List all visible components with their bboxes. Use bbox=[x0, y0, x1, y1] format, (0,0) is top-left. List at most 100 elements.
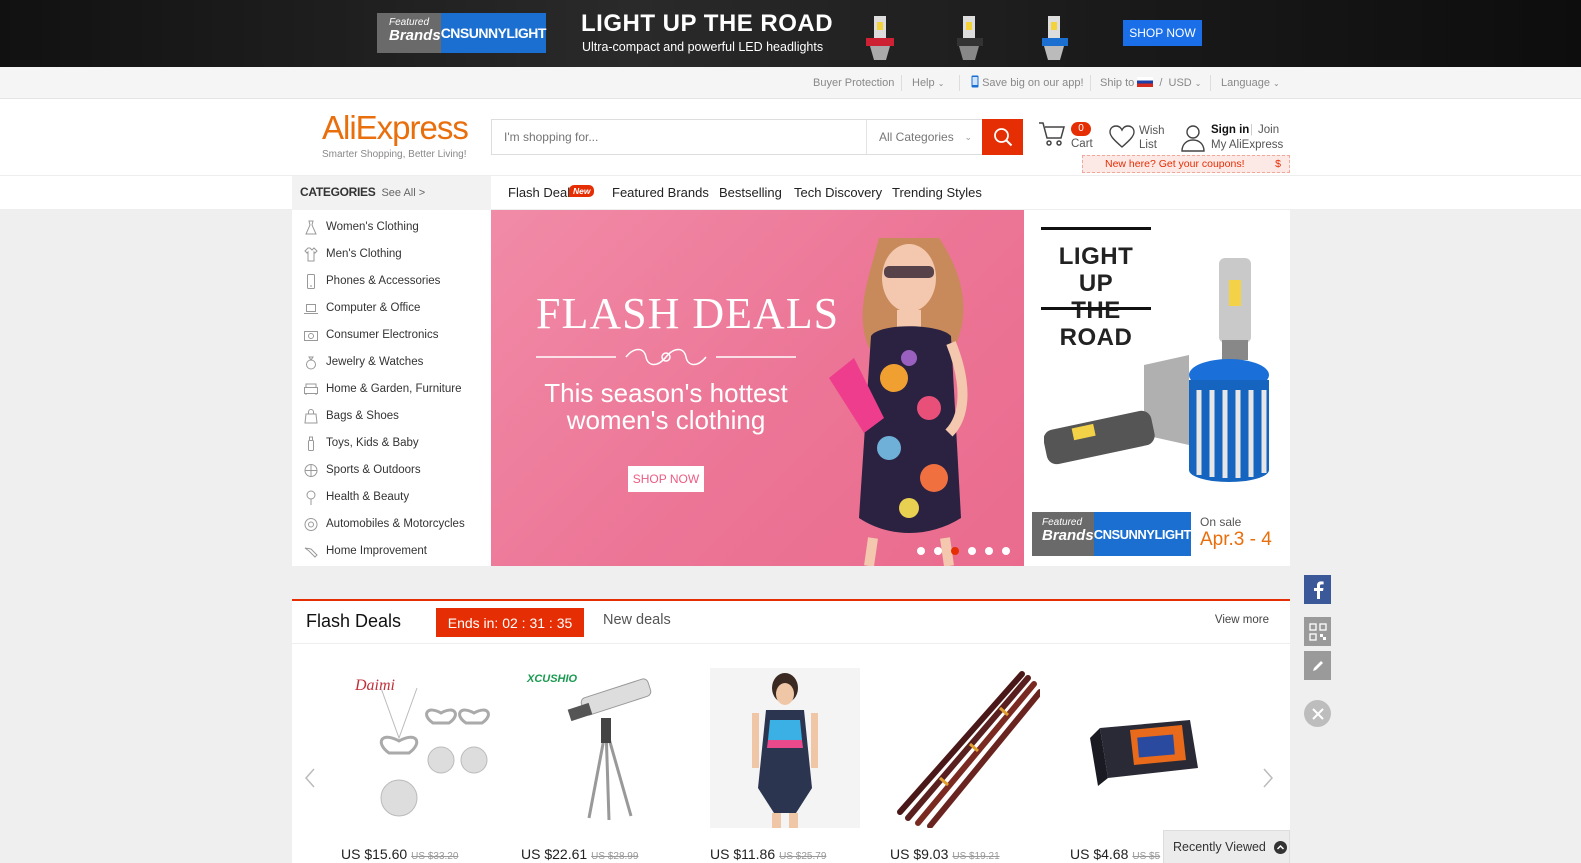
facebook-button[interactable] bbox=[1304, 575, 1331, 604]
deal-product-card[interactable]: Daimi US $15.60 US $33.20 bbox=[341, 668, 491, 862]
flag-icon bbox=[1137, 77, 1154, 87]
nav-trending-styles[interactable]: Trending Styles bbox=[892, 176, 982, 210]
carousel-dots bbox=[917, 547, 1010, 555]
close-button[interactable] bbox=[1304, 700, 1331, 727]
category-item-home-improvement[interactable]: Home Improvement bbox=[292, 538, 491, 564]
category-item-womens-clothing[interactable]: Women's Clothing bbox=[292, 214, 491, 240]
category-label: Consumer Electronics bbox=[326, 329, 439, 341]
original-price: US $25.79 bbox=[779, 851, 827, 862]
carousel-dot[interactable] bbox=[968, 547, 976, 555]
nav-tech-discovery[interactable]: Tech Discovery bbox=[794, 176, 882, 210]
aliexpress-logo[interactable]: AliExpress Smarter Shopping, Better Livi… bbox=[322, 109, 469, 160]
categories-header[interactable]: CATEGORIES See All > bbox=[292, 176, 491, 210]
wish-list-link[interactable]: Wish List bbox=[1139, 124, 1165, 152]
ornament-divider bbox=[536, 348, 796, 366]
deal-product-card[interactable]: US $11.86 US $25.79 bbox=[710, 668, 860, 862]
product-image[interactable]: XCUSHIO bbox=[521, 668, 671, 828]
heart-icon[interactable] bbox=[1109, 125, 1135, 149]
new-deals-tab[interactable]: New deals bbox=[603, 612, 671, 628]
cart-icon[interactable] bbox=[1038, 121, 1066, 147]
category-item-automobiles[interactable]: Automobiles & Motorcycles bbox=[292, 511, 491, 537]
search-button[interactable] bbox=[982, 119, 1023, 155]
category-item-toys-kids[interactable]: Toys, Kids & Baby bbox=[292, 430, 491, 456]
brand-name: CNSUNNYLIGHT bbox=[1093, 512, 1191, 556]
carousel-dot-active[interactable] bbox=[951, 547, 959, 555]
search-category-select[interactable]: All Categories ⌄ bbox=[866, 120, 982, 154]
model-photo bbox=[829, 238, 968, 566]
category-item-health-beauty[interactable]: Health & Beauty bbox=[292, 484, 491, 510]
banner-shop-now-button[interactable]: SHOP NOW bbox=[1123, 20, 1202, 46]
category-item-mens-clothing[interactable]: Men's Clothing bbox=[292, 241, 491, 267]
original-price: US $19.21 bbox=[952, 851, 1000, 862]
deal-product-card[interactable]: US $9.03 US $19.21 bbox=[890, 668, 1040, 862]
app-link[interactable]: Save big on our app! bbox=[971, 67, 1084, 99]
category-item-phones[interactable]: Phones & Accessories bbox=[292, 268, 491, 294]
see-all-link[interactable]: See All > bbox=[381, 187, 425, 199]
product-image[interactable] bbox=[1070, 668, 1220, 828]
hero-title: FLASH DEALS bbox=[536, 289, 840, 338]
product-image[interactable] bbox=[890, 668, 1040, 828]
sign-in-link[interactable]: Sign in bbox=[1211, 123, 1249, 137]
nav-featured-brands[interactable]: Featured Brands bbox=[612, 176, 709, 210]
new-badge: New bbox=[569, 185, 595, 197]
brand-promo-card[interactable]: LIGHT UP THE ROAD Featured Brands CNSUNNYL… bbox=[1024, 210, 1290, 566]
feedback-button[interactable] bbox=[1304, 651, 1331, 680]
chevron-down-icon: ⌄ bbox=[937, 79, 945, 88]
user-icon[interactable] bbox=[1181, 124, 1205, 152]
category-item-home-garden[interactable]: Home & Garden, Furniture bbox=[292, 376, 491, 402]
carousel-dot[interactable] bbox=[1002, 547, 1010, 555]
led-bulb-icon bbox=[957, 16, 983, 60]
category-item-bags-shoes[interactable]: Bags & Shoes bbox=[292, 403, 491, 429]
wish-line2: List bbox=[1139, 139, 1157, 151]
coupon-bar[interactable]: New here? Get your coupons! $ bbox=[1082, 155, 1290, 173]
view-more-link[interactable]: View more bbox=[1215, 614, 1269, 626]
category-label: Phones & Accessories bbox=[326, 275, 441, 287]
nav-bestselling[interactable]: Bestselling bbox=[719, 176, 782, 210]
category-label: Jewelry & Watches bbox=[326, 356, 424, 368]
product-image[interactable] bbox=[710, 668, 860, 828]
deal-product-card[interactable]: XCUSHIO US $22.61 US $28.99 bbox=[521, 668, 671, 862]
chevron-right-icon[interactable] bbox=[1262, 767, 1274, 789]
deal-product-card[interactable]: US $4.68 US $5 bbox=[1070, 668, 1220, 862]
recently-viewed-button[interactable]: Recently Viewed bbox=[1163, 830, 1290, 863]
original-price: US $28.99 bbox=[591, 851, 639, 862]
flash-deals-title: Flash Deals bbox=[306, 611, 402, 631]
tool-icon bbox=[304, 547, 318, 558]
sofa-icon bbox=[304, 383, 318, 395]
countdown-timer: Ends in: 02 : 31 : 35 bbox=[436, 608, 584, 637]
hero-carousel[interactable]: FLASH DEALS This season's hottest women's… bbox=[491, 210, 1024, 566]
top-promo-banner[interactable]: Featured Brands CNSUNNYLIGHT LIGHT UP THE… bbox=[0, 0, 1581, 67]
buyer-protection-link[interactable]: Buyer Protection bbox=[813, 67, 894, 99]
product-image[interactable]: Daimi bbox=[341, 668, 491, 828]
nav-flash-deals[interactable]: Flash Deals bbox=[508, 176, 577, 210]
product-price: US $4.68 US $5 bbox=[1070, 846, 1160, 862]
help-menu[interactable]: Help ⌄ bbox=[912, 67, 944, 99]
category-item-computer[interactable]: Computer & Office bbox=[292, 295, 491, 321]
category-item-jewelry[interactable]: Jewelry & Watches bbox=[292, 349, 491, 375]
brand-name: CNSUNNYLIGHT bbox=[440, 13, 546, 53]
ship-to-selector[interactable]: Ship to / USD ⌄ bbox=[1100, 67, 1202, 99]
category-label: Home & Garden, Furniture bbox=[326, 383, 462, 395]
hero-shop-now-button[interactable]: SHOP NOW bbox=[628, 466, 704, 492]
carousel-dot[interactable] bbox=[985, 547, 993, 555]
original-price: US $33.20 bbox=[411, 851, 459, 862]
chevron-left-icon[interactable] bbox=[304, 767, 316, 789]
cart-label[interactable]: Cart bbox=[1071, 137, 1093, 151]
category-label: Toys, Kids & Baby bbox=[326, 437, 419, 449]
chevron-down-icon: ⌄ bbox=[1273, 79, 1280, 88]
category-item-sports[interactable]: Sports & Outdoors bbox=[292, 457, 491, 483]
carousel-dot[interactable] bbox=[917, 547, 925, 555]
chevron-up-icon bbox=[1273, 840, 1287, 854]
category-sidebar: Women's Clothing Men's Clothing Phones &… bbox=[292, 210, 491, 566]
search-input[interactable] bbox=[492, 120, 866, 154]
qr-code-button[interactable] bbox=[1304, 617, 1331, 646]
category-item-electronics[interactable]: Consumer Electronics bbox=[292, 322, 491, 348]
carousel-dot[interactable] bbox=[934, 547, 942, 555]
my-aliexpress-link[interactable]: My AliExpress bbox=[1211, 138, 1283, 152]
language-selector[interactable]: Language ⌄ bbox=[1221, 67, 1280, 99]
qr-code-icon bbox=[1308, 622, 1327, 641]
category-label: Women's Clothing bbox=[326, 221, 419, 233]
join-link[interactable]: Join bbox=[1258, 123, 1279, 137]
product-price: US $22.61 US $28.99 bbox=[521, 846, 638, 862]
shirt-icon bbox=[304, 246, 318, 261]
